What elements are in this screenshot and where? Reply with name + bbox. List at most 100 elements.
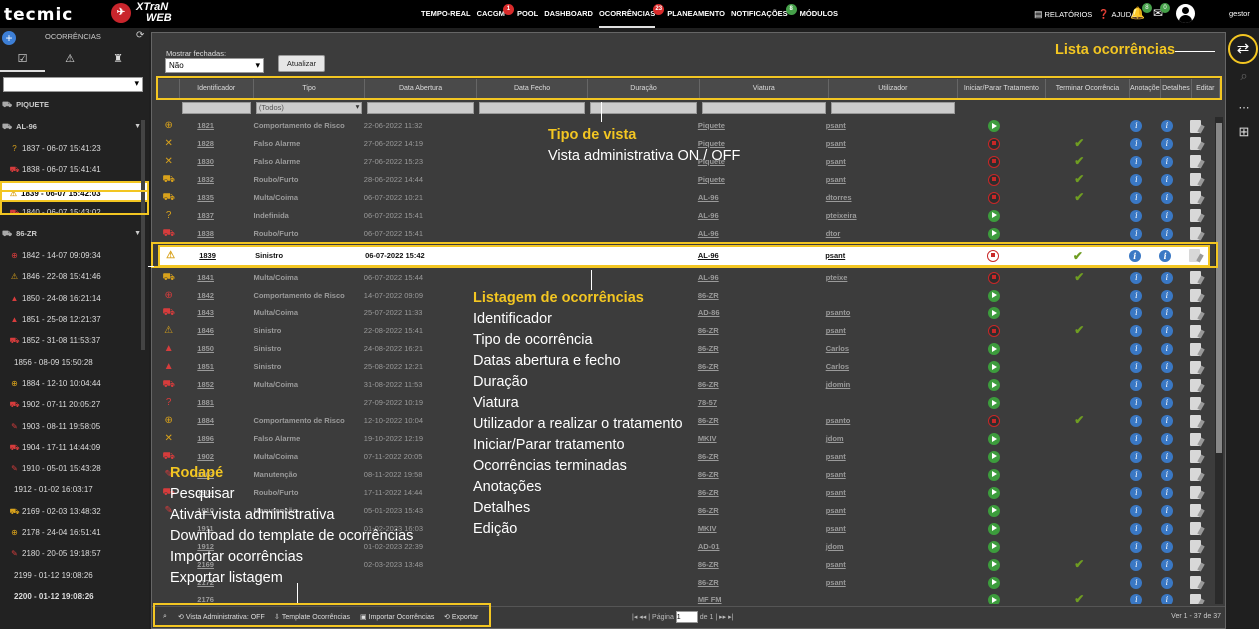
start-treatment-icon[interactable] [988, 522, 1001, 535]
column-filter-input[interactable] [830, 102, 955, 114]
user-link[interactable]: psant [826, 578, 846, 587]
details-info-icon[interactable]: i [1160, 450, 1173, 463]
user-link[interactable]: psant [826, 560, 846, 569]
annotations-info-icon[interactable]: i [1130, 325, 1143, 338]
sidebar-filter-select[interactable] [3, 77, 143, 92]
occurrence-id-link[interactable]: 1902 [197, 452, 214, 461]
column-header[interactable]: Data Fecho [477, 79, 589, 99]
details-info-icon[interactable]: i [1160, 307, 1173, 320]
vehicle-link[interactable]: 86-ZR [698, 452, 719, 461]
start-treatment-icon[interactable] [988, 227, 1001, 240]
occurrence-list-item[interactable]: ⚠ 1846 - 22-08 15:41:46 [0, 266, 149, 287]
table-row[interactable]: ✕ 1896 Falso Alarme 19-10-2022 12:19 MKIV jdo… [158, 430, 1210, 448]
details-info-icon[interactable]: i [1160, 522, 1173, 535]
annotations-info-icon[interactable]: i [1130, 191, 1143, 204]
checkmark-icon[interactable]: ✔ [1074, 323, 1084, 337]
occurrence-list-item[interactable]: ▲ 1851 - 25-08 12:21:37 [0, 309, 149, 330]
vehicle-link[interactable]: 86-ZR [698, 344, 719, 353]
start-treatment-icon[interactable] [988, 379, 1001, 392]
edit-icon[interactable] [1190, 119, 1202, 133]
table-row[interactable]: ? 1837 Indefinida 06-07-2022 15:41 AL-96 ptei… [158, 207, 1210, 225]
occurrence-id-link[interactable]: 1828 [197, 139, 214, 148]
annotations-info-icon[interactable]: i [1130, 504, 1143, 517]
user-link[interactable]: Carlos [826, 344, 849, 353]
type-filter-select[interactable]: (Todos) [255, 102, 363, 114]
tab-checked-icon[interactable]: ☑ [0, 52, 45, 72]
start-treatment-icon[interactable] [988, 540, 1001, 553]
occurrence-id-link[interactable]: 1838 [197, 229, 214, 238]
occurrence-list-item[interactable]: 2200 - 01-12 19:08:26 [0, 586, 149, 607]
edit-icon[interactable] [1190, 522, 1202, 536]
details-info-icon[interactable]: i [1160, 343, 1173, 356]
user-link[interactable]: psant [826, 326, 846, 335]
occurrence-id-link[interactable]: 1851 [197, 362, 214, 371]
start-treatment-icon[interactable] [988, 209, 1001, 222]
edit-icon[interactable] [1190, 191, 1202, 205]
sidebar-scrollbar[interactable] [141, 120, 145, 350]
details-info-icon[interactable]: i [1160, 271, 1173, 284]
table-row[interactable]: ⛟ 1852 Multa/Coima 31-08-2022 11:53 86-ZR jdo… [158, 376, 1210, 394]
occurrence-list-item[interactable]: ? 1837 - 06-07 15:41:23 [0, 138, 149, 159]
details-info-icon[interactable]: i [1160, 576, 1173, 589]
column-header[interactable]: Utilizador [829, 79, 958, 99]
import-button[interactable]: ▣ Importar Ocorrências [360, 613, 434, 621]
details-info-icon[interactable]: i [1160, 540, 1173, 553]
annotations-info-icon[interactable]: i [1130, 307, 1143, 320]
edit-icon[interactable] [1190, 227, 1202, 241]
user-link[interactable]: psanto [826, 416, 851, 425]
admin-view-toggle[interactable]: ⟲ Vista Administrativa: OFF [178, 613, 265, 621]
vehicle-link[interactable]: 86-ZR [698, 326, 719, 335]
table-row[interactable]: ⛟ 1841 Multa/Coima 06-07-2022 15:44 AL-96 pte… [158, 269, 1210, 287]
checkmark-icon[interactable]: ✔ [1073, 249, 1083, 263]
column-header[interactable]: Terminar Ocorrência [1046, 79, 1130, 99]
annotations-info-icon[interactable]: i [1130, 415, 1143, 428]
annotations-info-icon[interactable]: i [1130, 343, 1143, 356]
checkmark-icon[interactable]: ✔ [1074, 413, 1084, 427]
stop-treatment-icon[interactable] [988, 271, 1001, 284]
column-header[interactable]: Duração [588, 79, 700, 99]
stop-treatment-icon[interactable] [987, 249, 999, 262]
user-link[interactable]: psant [825, 251, 845, 260]
table-row[interactable]: ⊕ 1884 Comportamento de Risco 12-10-2022 10… [158, 412, 1210, 430]
occurrence-id-link[interactable]: 1835 [197, 193, 214, 202]
vehicle-link[interactable]: MKIV [698, 434, 717, 443]
user-link[interactable]: dtorres [826, 193, 852, 202]
details-info-icon[interactable]: i [1160, 397, 1173, 410]
table-scrollbar-thumb[interactable] [1216, 123, 1222, 453]
edit-icon[interactable] [1190, 432, 1202, 446]
add-occurrence-button[interactable]: + [2, 31, 16, 45]
start-treatment-icon[interactable] [988, 468, 1001, 481]
first-page-icon[interactable]: |◂ [632, 614, 637, 621]
occurrence-list-item[interactable]: ✎ 1910 - 05-01 15:43:28 [0, 458, 149, 479]
annotations-info-icon[interactable]: i [1130, 594, 1143, 604]
annotations-info-icon[interactable]: i [1130, 361, 1143, 374]
column-filter-input[interactable] [701, 102, 826, 114]
edit-icon[interactable] [1190, 173, 1202, 187]
occurrence-id-link[interactable]: 1843 [197, 308, 214, 317]
column-filter-input[interactable] [590, 102, 697, 114]
vehicle-link[interactable]: 86-ZR [698, 291, 719, 300]
occurrence-id-link[interactable]: 2176 [197, 595, 214, 604]
stop-treatment-icon[interactable] [988, 415, 1001, 428]
vehicle-link[interactable]: AD-86 [698, 308, 720, 317]
vehicle-link[interactable]: AL-96 [698, 273, 719, 282]
vehicle-link[interactable]: MF FM [698, 595, 722, 604]
occurrence-id-link[interactable]: 1841 [197, 273, 214, 282]
edit-icon[interactable] [1188, 249, 1200, 263]
column-filter-input[interactable] [367, 102, 474, 114]
start-treatment-icon[interactable] [988, 558, 1001, 571]
messages-mail-icon[interactable]: ✉ 0 [1153, 3, 1171, 20]
table-row[interactable]: ⊕ 1842 Comportamento de Risco 14-07-2022 09… [158, 287, 1210, 305]
user-link[interactable]: dtor [826, 229, 841, 238]
user-link[interactable]: psant [826, 488, 846, 497]
chevron-down-icon[interactable]: ▼ [134, 223, 141, 245]
annotations-info-icon[interactable]: i [1130, 450, 1143, 463]
column-header[interactable]: Data Abertura [365, 79, 477, 99]
edit-icon[interactable] [1190, 306, 1202, 320]
table-row[interactable]: 2176 MF FM ✔ i i [158, 591, 1210, 604]
swap-arrows-icon[interactable]: ⇄ [1228, 34, 1258, 64]
search-icon[interactable]: ⌕ [1236, 68, 1252, 84]
user-link[interactable]: jdom [826, 434, 844, 443]
template-download-button[interactable]: ⇩ Template Ocorrências [274, 613, 350, 621]
occurrence-list-item[interactable]: ⊕ 1884 - 12-10 10:04:44 [0, 373, 149, 394]
